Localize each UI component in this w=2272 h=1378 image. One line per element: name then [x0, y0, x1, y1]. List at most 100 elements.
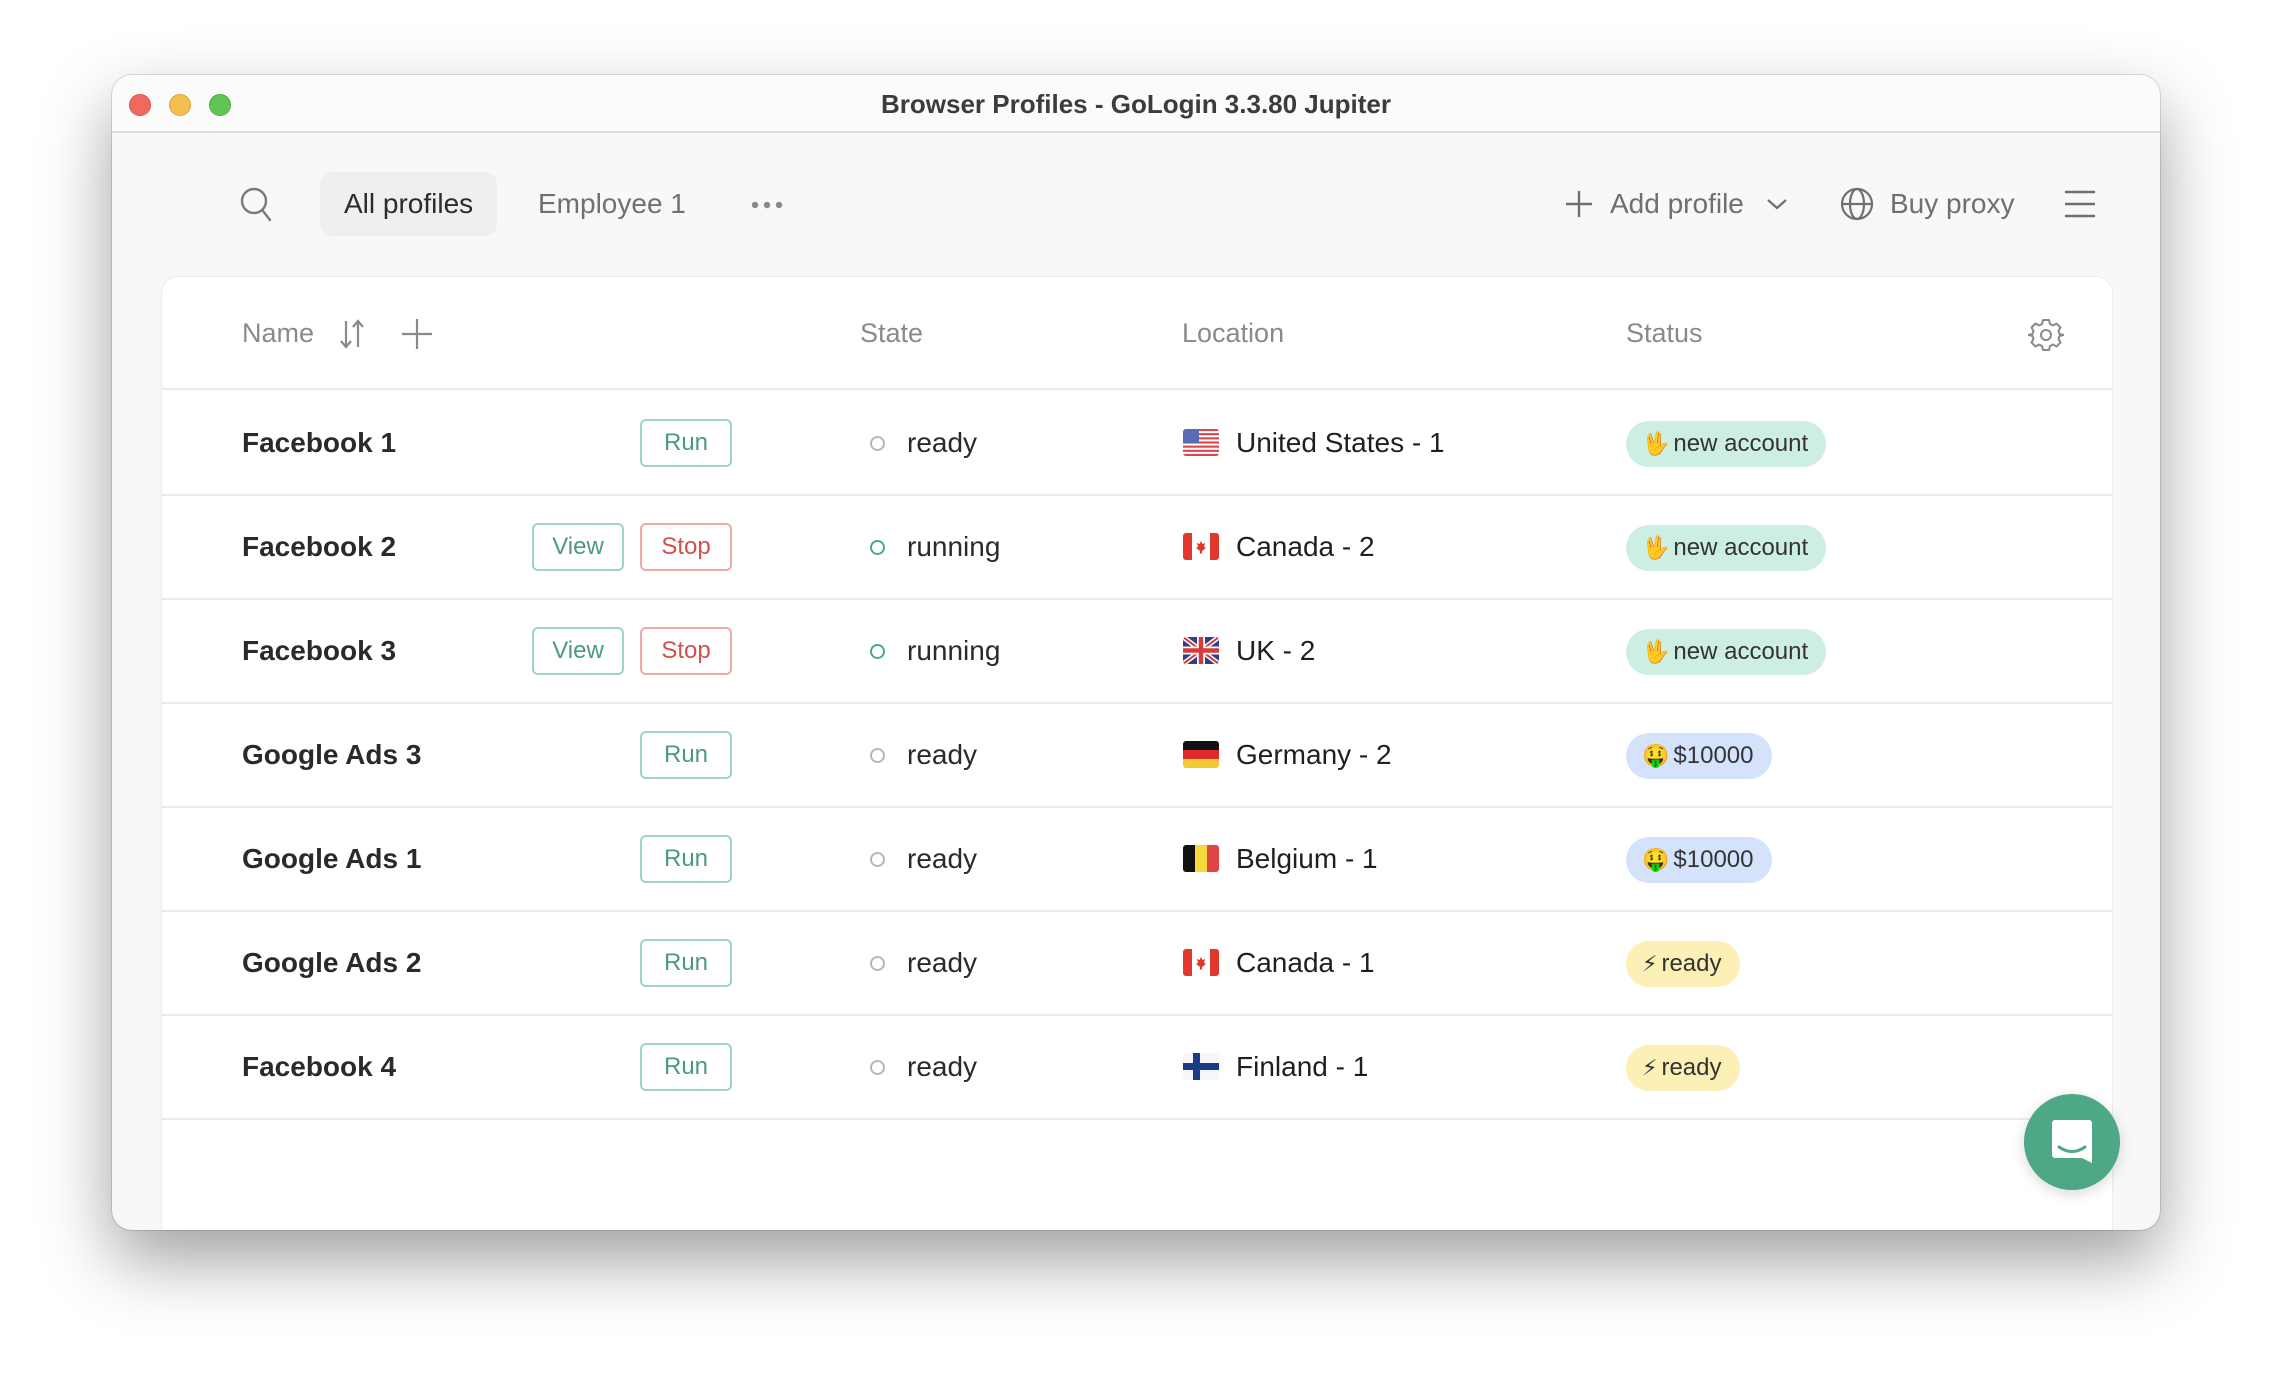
profile-name[interactable]: Facebook 1	[242, 392, 396, 494]
chevron-down-icon[interactable]	[1766, 197, 1788, 211]
globe-icon	[1840, 187, 1874, 221]
plus-icon	[1566, 191, 1592, 217]
profile-state: ready	[907, 739, 978, 770]
add-column-icon[interactable]	[400, 317, 434, 351]
sort-icon[interactable]	[337, 317, 367, 351]
tab-all-profiles[interactable]: All profiles	[320, 172, 498, 236]
flag-us-icon	[1183, 429, 1219, 456]
title-bar: Browser Profiles - GoLogin 3.3.80 Jupite…	[112, 75, 2160, 133]
table-row[interactable]: Google Ads 3 Run ready Germany - 2 🤑 $10000	[162, 704, 2112, 808]
status-badge[interactable]: 🖖 new account	[1626, 421, 1827, 467]
status-label: new account	[1673, 638, 1809, 665]
run-button[interactable]: Run	[640, 1043, 732, 1091]
flag-fi-icon	[1183, 1053, 1219, 1080]
status-emoji-icon: 🖖	[1642, 535, 1670, 560]
profile-location[interactable]: Canada - 1	[1236, 912, 1375, 1014]
table-row[interactable]: Google Ads 2 Run ready Canada - 1 ⚡ ready	[162, 912, 2112, 1016]
profile-name[interactable]: Google Ads 2	[242, 912, 421, 1014]
chat-bubble-icon	[2052, 1120, 2092, 1163]
status-badge[interactable]: 🖖 new account	[1626, 525, 1827, 571]
state-indicator-icon	[870, 644, 885, 659]
profile-location[interactable]: Canada - 2	[1236, 496, 1375, 598]
status-emoji-icon: ⚡	[1642, 1055, 1658, 1080]
app-window: Browser Profiles - GoLogin 3.3.80 Jupite…	[112, 75, 2160, 1230]
search-icon	[240, 187, 272, 222]
status-badge[interactable]: ⚡ ready	[1626, 941, 1740, 987]
status-label: $10000	[1673, 846, 1754, 873]
status-label: $10000	[1673, 742, 1754, 769]
flag-ca-icon	[1183, 949, 1219, 976]
flag-gb-icon	[1183, 637, 1219, 664]
search-button[interactable]	[232, 183, 282, 227]
toolbar: All profiles Employee 1 Add profile Buy …	[112, 133, 2160, 273]
run-button[interactable]: Run	[640, 939, 732, 987]
profile-name[interactable]: Google Ads 1	[242, 808, 421, 910]
profile-name[interactable]: Facebook 2	[242, 496, 396, 598]
profile-state: running	[907, 531, 1001, 562]
flag-be-icon	[1183, 845, 1219, 872]
status-label: new account	[1673, 534, 1809, 561]
profile-state: running	[907, 635, 1001, 666]
status-label: ready	[1661, 1054, 1722, 1081]
more-tabs-button[interactable]	[742, 183, 792, 227]
column-header-location[interactable]: Location	[1182, 277, 1284, 390]
profile-location[interactable]: Germany - 2	[1236, 704, 1392, 806]
status-label: new account	[1673, 430, 1809, 457]
profile-location[interactable]: UK - 2	[1236, 600, 1315, 702]
status-badge[interactable]: ⚡ ready	[1626, 1045, 1740, 1091]
more-horizontal-icon	[751, 201, 783, 209]
profile-location[interactable]: Belgium - 1	[1236, 808, 1378, 910]
run-button[interactable]: Run	[640, 419, 732, 467]
run-button[interactable]: Run	[640, 835, 732, 883]
hamburger-menu-icon	[2065, 190, 2095, 218]
profile-state: ready	[907, 427, 978, 458]
support-chat-button[interactable]	[2024, 1094, 2120, 1190]
view-button[interactable]: View	[532, 627, 624, 675]
flag-ca-icon	[1183, 533, 1219, 560]
gear-icon[interactable]	[2028, 317, 2064, 353]
profiles-table: Name State Location Status Facebook 1 Run…	[162, 277, 2112, 1230]
add-profile-label: Add profile	[1610, 188, 1744, 219]
state-indicator-icon	[870, 540, 885, 555]
column-header-state[interactable]: State	[860, 277, 923, 390]
profile-state: ready	[907, 947, 978, 978]
profile-state: ready	[907, 1051, 978, 1082]
buy-proxy-button[interactable]: Buy proxy	[1840, 179, 2015, 229]
state-indicator-icon	[870, 852, 885, 867]
flag-de-icon	[1183, 741, 1219, 768]
profile-name[interactable]: Facebook 3	[242, 600, 396, 702]
add-profile-button[interactable]: Add profile	[1564, 179, 1788, 229]
status-label: ready	[1661, 950, 1722, 977]
status-emoji-icon: ⚡	[1642, 951, 1658, 976]
status-badge[interactable]: 🖖 new account	[1626, 629, 1827, 675]
stop-button[interactable]: Stop	[640, 627, 732, 675]
run-button[interactable]: Run	[640, 731, 732, 779]
table-row[interactable]: Google Ads 1 Run ready Belgium - 1 🤑 $10000	[162, 808, 2112, 912]
window-title: Browser Profiles - GoLogin 3.3.80 Jupite…	[880, 89, 1391, 119]
status-badge[interactable]: 🤑 $10000	[1626, 837, 1772, 883]
status-badge[interactable]: 🤑 $10000	[1626, 733, 1772, 779]
table-row[interactable]: Facebook 2 View Stop running Canada - 2 🖖 new …	[162, 496, 2112, 600]
main-menu-button[interactable]	[2060, 181, 2100, 227]
status-emoji-icon: 🖖	[1642, 639, 1670, 664]
status-emoji-icon: 🖖	[1642, 431, 1670, 456]
column-header-name[interactable]: Name	[242, 277, 314, 390]
column-header-status[interactable]: Status	[1626, 277, 1703, 390]
state-indicator-icon	[870, 748, 885, 763]
table-row[interactable]: Facebook 1 Run ready United States - 1 🖖 new …	[162, 392, 2112, 496]
profile-name[interactable]: Facebook 4	[242, 1016, 396, 1118]
profile-name[interactable]: Google Ads 3	[242, 704, 421, 806]
state-indicator-icon	[870, 956, 885, 971]
status-emoji-icon: 🤑	[1642, 743, 1670, 768]
table-row[interactable]: Facebook 3 View Stop running UK - 2 🖖 new acco…	[162, 600, 2112, 704]
tab-employee-1[interactable]: Employee 1	[514, 172, 710, 236]
view-button[interactable]: View	[532, 523, 624, 571]
profile-location[interactable]: Finland - 1	[1236, 1016, 1368, 1118]
buy-proxy-label: Buy proxy	[1890, 188, 2015, 219]
profile-location[interactable]: United States - 1	[1236, 392, 1445, 494]
state-indicator-icon	[870, 1060, 885, 1075]
status-emoji-icon: 🤑	[1642, 847, 1670, 872]
table-row[interactable]: Facebook 4 Run ready Finland - 1 ⚡ ready	[162, 1016, 2112, 1120]
profile-state: ready	[907, 843, 978, 874]
stop-button[interactable]: Stop	[640, 523, 732, 571]
